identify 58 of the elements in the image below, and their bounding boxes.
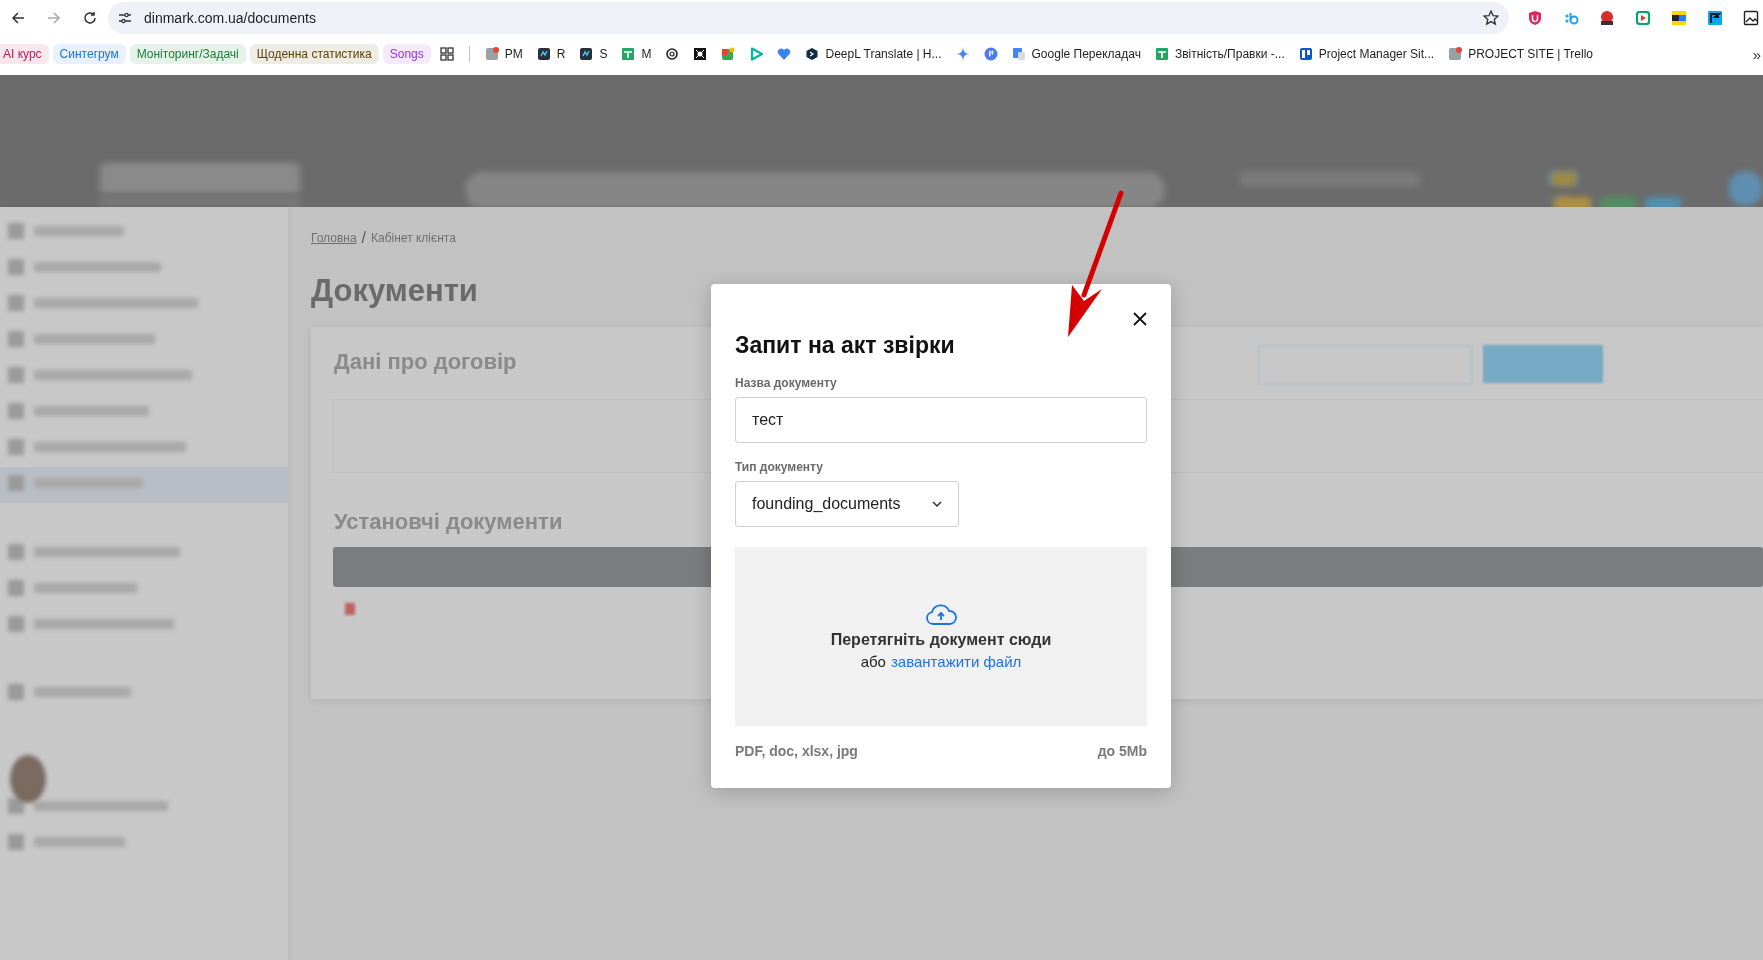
bookmark-link[interactable]: R [531, 45, 571, 63]
bookmark-icon [621, 47, 636, 61]
upload-file-link[interactable]: завантажити файл [890, 653, 1022, 670]
bookmark-icon [536, 47, 551, 61]
bookmark-group[interactable]: Моніторинг/Задачі [129, 44, 246, 64]
flag-icon[interactable] [1707, 10, 1723, 26]
play-box-icon[interactable] [1635, 10, 1651, 26]
drop-alternative-text: або [860, 653, 886, 670]
dots-icon[interactable] [1563, 10, 1579, 26]
section-title: Дані про договір [334, 349, 517, 375]
bookmark-icon [1154, 47, 1169, 61]
bookmark-icon [484, 47, 499, 61]
field-label: Тип документу [735, 460, 824, 474]
bookmark-icon [805, 47, 820, 61]
dialog-title: Запит на акт звірки [735, 332, 956, 359]
chevron-down-icon [932, 500, 942, 508]
bookmark-link[interactable]: DeepL Translate | H... [800, 45, 947, 63]
forward-arrow-icon [47, 11, 61, 25]
bookmark-group[interactable]: Синтегрум [52, 44, 126, 64]
cloud-upload-icon [925, 603, 957, 625]
site-settings-icon [118, 11, 132, 25]
allowed-formats: PDF, doc, xlsx, jpg [735, 743, 858, 759]
colorful-badge-icon[interactable] [1671, 10, 1687, 26]
file-drop-zone[interactable]: Перетягніть документ сюди або завантажити файл [735, 547, 1147, 726]
section-title: Установчі документи [334, 509, 563, 535]
bookmark-icon [1011, 47, 1026, 61]
bookmark-link[interactable]: Google Перекладач [1006, 45, 1146, 63]
address-bar[interactable]: dinmark.com.ua/documents [108, 2, 1509, 34]
breadcrumb-separator: / [361, 229, 367, 247]
bookmark-link[interactable]: Project Manager Sit... [1293, 45, 1440, 63]
back-arrow-icon [11, 11, 25, 25]
heart-icon [777, 47, 792, 61]
file-icon [345, 603, 355, 615]
bookmark-group[interactable]: Щоденна статистика [249, 44, 379, 64]
more-bookmarks-button[interactable]: » [1752, 45, 1763, 63]
bookmark-group[interactable]: Songs [382, 44, 431, 64]
star-icon [1483, 10, 1499, 26]
reload-icon [83, 11, 97, 25]
bookmark-group[interactable]: AI курс [0, 44, 49, 64]
field-label: Назва документу [735, 376, 838, 390]
bookmark-link[interactable]: PM [479, 45, 528, 63]
max-file-size: до 5Mb [1097, 743, 1147, 759]
page-title: Документи [311, 273, 479, 309]
document-type-dropdown[interactable]: founding_documents [735, 481, 959, 527]
bookmark-link[interactable]: S [574, 45, 613, 63]
bookmark-icon [579, 47, 594, 61]
document-name-field[interactable]: тест [735, 397, 1147, 443]
bookmark-icon [1298, 47, 1313, 61]
apps-grid-icon [439, 47, 454, 61]
bookmark-link[interactable]: M [616, 45, 657, 63]
drop-instruction: Перетягніть документ сюди [830, 631, 1052, 649]
breadcrumb-current: Кабінет клієнта [371, 231, 456, 245]
bookmark-icon [1448, 47, 1463, 61]
shield-icon[interactable] [1527, 10, 1543, 26]
bookmark-link[interactable]: Звітність/Правки -... [1149, 45, 1290, 63]
image-icon[interactable] [1743, 10, 1759, 26]
play-icon [749, 47, 764, 61]
bookmark-link[interactable]: PROJECT SITE | Trello [1443, 45, 1599, 63]
